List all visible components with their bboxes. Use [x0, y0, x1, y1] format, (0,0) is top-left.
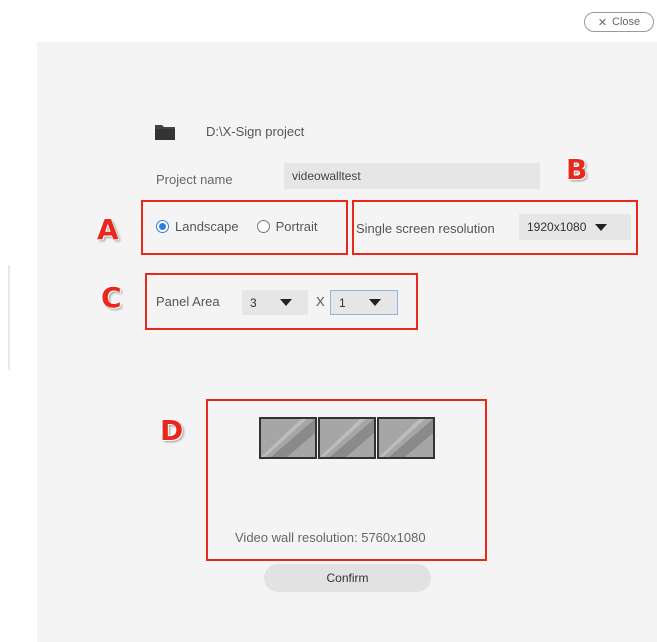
panel-area-separator: X: [316, 294, 325, 309]
chevron-down-icon: [280, 299, 292, 306]
project-name-label: Project name: [156, 172, 233, 187]
video-wall-resolution: Video wall resolution: 5760x1080: [235, 530, 426, 545]
callout-c: C: [101, 281, 122, 314]
portrait-radio[interactable]: [256, 220, 270, 233]
screen-tile: [318, 417, 376, 459]
panel-columns-value: 3: [250, 295, 257, 310]
project-path: D:\X-Sign project: [206, 124, 305, 139]
folder-icon: [155, 125, 175, 140]
callout-a: A: [97, 213, 119, 246]
confirm-button[interactable]: Confirm: [264, 564, 431, 592]
callout-d: D: [160, 414, 184, 447]
close-icon: ✕: [597, 16, 608, 29]
close-button[interactable]: ✕ Close: [584, 12, 654, 32]
close-button-label: Close: [612, 16, 641, 28]
panel-area-label: Panel Area: [156, 294, 220, 309]
panel-rows-value: 1: [339, 295, 346, 310]
resolution-value: 1920x1080: [527, 220, 587, 234]
resolution-select[interactable]: 1920x1080: [519, 214, 631, 240]
orientation-radio-group: Landscape Portrait: [156, 219, 330, 234]
project-name-input[interactable]: [284, 163, 540, 189]
panel-rows-select[interactable]: 1: [330, 290, 398, 315]
chevron-down-icon: [595, 223, 607, 231]
screen-tile: [377, 417, 435, 459]
video-wall-preview: [259, 417, 436, 459]
panel-columns-select[interactable]: 3: [242, 290, 308, 315]
chevron-down-icon: [369, 299, 381, 306]
portrait-label[interactable]: Portrait: [276, 219, 318, 234]
screen-tile: [259, 417, 317, 459]
landscape-radio[interactable]: [156, 220, 169, 233]
resolution-label: Single screen resolution: [356, 221, 495, 236]
landscape-label[interactable]: Landscape: [175, 219, 239, 234]
left-edge-divider: [8, 265, 10, 370]
callout-b: B: [566, 153, 588, 186]
